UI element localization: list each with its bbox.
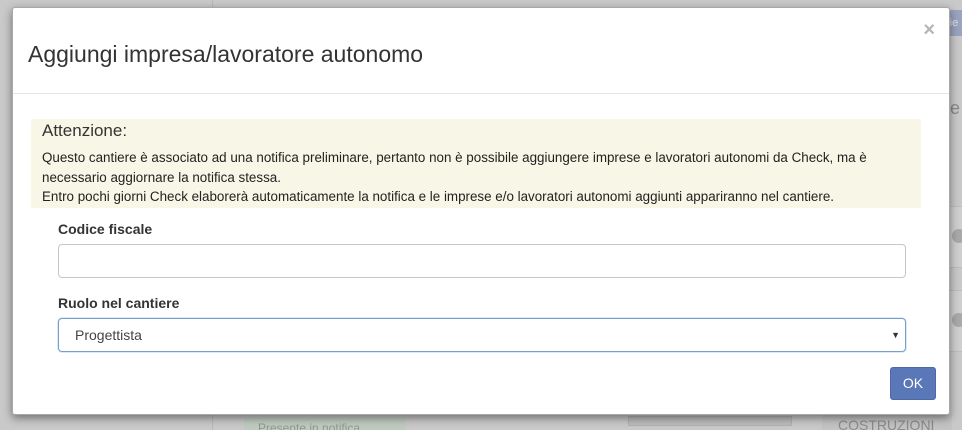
background-label: COSTRUZIONI [822, 414, 952, 430]
check-icon [952, 229, 962, 243]
background-tag: Presente in notifica [244, 418, 406, 430]
codice-fiscale-label: Codice fiscale [58, 221, 153, 237]
ok-button[interactable]: OK [890, 367, 936, 400]
ruolo-select[interactable]: Progettista ▼ [58, 318, 906, 352]
codice-fiscale-input[interactable] [58, 244, 906, 278]
status-icon [952, 313, 962, 327]
alert-title: Attenzione: [42, 121, 128, 140]
modal-header: Aggiungi impresa/lavoratore autonomo × [13, 8, 949, 94]
alert-line: Entro pochi giorni Check elaborerà autom… [42, 189, 834, 204]
modal-title: Aggiungi impresa/lavoratore autonomo [28, 41, 424, 67]
background-card [948, 206, 962, 268]
chevron-down-icon: ▼ [891, 330, 900, 340]
warning-alert: Attenzione: Questo cantiere è associato … [31, 119, 921, 208]
close-icon[interactable]: × [923, 20, 935, 40]
ruolo-selected-value: Progettista [75, 327, 142, 343]
background-card [948, 290, 962, 352]
alert-line: Questo cantiere è associato ad una notif… [42, 150, 867, 185]
alert-text: Questo cantiere è associato ad una notif… [42, 148, 910, 207]
background-box [628, 416, 792, 426]
ruolo-label: Ruolo nel cantiere [58, 295, 180, 311]
add-company-modal: Aggiungi impresa/lavoratore autonomo × A… [12, 7, 950, 415]
